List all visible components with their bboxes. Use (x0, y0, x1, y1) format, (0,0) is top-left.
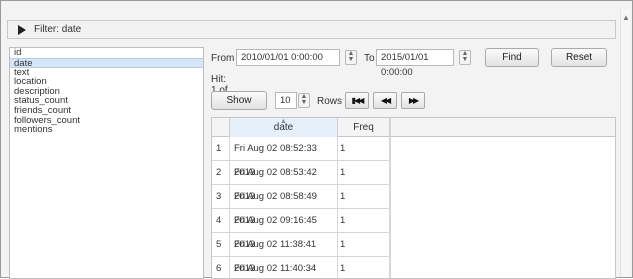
row-index: 1 (212, 137, 230, 161)
sort-ascending-icon: ▲ (280, 118, 287, 125)
rows-count-input[interactable]: 10 (275, 92, 297, 109)
show-button[interactable]: Show (211, 91, 267, 110)
freq-cell[interactable]: 1 (338, 257, 390, 278)
row-index: 2 (212, 161, 230, 185)
freq-cell[interactable]: 1 (338, 185, 390, 209)
find-button[interactable]: Find (485, 48, 539, 67)
scroll-up-arrow-icon[interactable]: ▲ (622, 13, 630, 22)
table-row[interactable]: 3 Fri Aug 02 08:58:49 2013 1 (212, 185, 392, 226)
field-list[interactable]: id date text location description status… (9, 47, 204, 279)
field-item-mentions[interactable]: mentions (10, 125, 203, 135)
field-item-id[interactable]: id (10, 48, 203, 58)
from-date-spinner[interactable]: ▲ ▼ (345, 50, 357, 65)
freq-cell[interactable]: 1 (338, 137, 390, 161)
table-row[interactable]: 5 Fri Aug 02 11:38:41 2013 1 (212, 233, 392, 274)
date-cell[interactable]: Fri Aug 02 11:38:41 2013 (230, 233, 338, 274)
result-table: ▲ date Freq 1 Fri Aug 02 08:52:33 2013 1… (211, 117, 616, 279)
first-page-icon[interactable]: ▮◀◀ (345, 92, 369, 109)
date-range-row: From 2010/01/01 0:00:00 ▲ ▼ To 2015/01/01… (211, 48, 611, 78)
reset-button[interactable]: Reset (551, 48, 607, 67)
filter-window: Filter: date ▲ id date text location des… (0, 0, 633, 279)
field-item-date[interactable]: date (10, 57, 203, 68)
date-cell[interactable]: Fri Aug 02 08:53:42 2013 (230, 161, 338, 202)
filter-panel-header[interactable]: Filter: date (7, 20, 616, 39)
grid-divider (390, 118, 391, 278)
freq-cell[interactable]: 1 (338, 209, 390, 233)
vertical-scrollbar[interactable]: ▲ (620, 9, 630, 277)
freq-cell[interactable]: 1 (338, 161, 390, 185)
table-row[interactable]: 2 Fri Aug 02 08:53:42 2013 1 (212, 161, 392, 202)
table-row[interactable]: 6 Fri Aug 02 11:40:34 2013 1 (212, 257, 392, 278)
to-date-spinner[interactable]: ▲ ▼ (459, 50, 471, 65)
row-index: 4 (212, 209, 230, 233)
to-label: To (364, 53, 375, 64)
date-cell[interactable]: Fri Aug 02 09:16:45 2013 (230, 209, 338, 250)
rows-label: Rows (317, 96, 343, 107)
freq-column-header[interactable]: Freq (338, 118, 390, 137)
freq-cell[interactable]: 1 (338, 233, 390, 257)
table-row[interactable]: 1 Fri Aug 02 08:52:33 2013 1 (212, 137, 392, 178)
filter-title: Filter: date (34, 24, 82, 35)
table-row[interactable]: 4 Fri Aug 02 09:16:45 2013 1 (212, 209, 392, 250)
row-index: 5 (212, 233, 230, 257)
row-index: 3 (212, 185, 230, 209)
previous-page-icon[interactable]: ◀◀ (373, 92, 397, 109)
from-date-input[interactable]: 2010/01/01 0:00:00 (236, 49, 340, 66)
next-page-icon[interactable]: ▶▶ (401, 92, 425, 109)
row-index-header (212, 118, 230, 137)
from-label: From (211, 53, 235, 64)
table-header: ▲ date Freq (212, 118, 615, 137)
to-date-input[interactable]: 2015/01/01 0:00:00 (376, 49, 454, 78)
date-cell[interactable]: Fri Aug 02 08:58:49 2013 (230, 185, 338, 226)
date-column-header[interactable]: ▲ date (230, 118, 338, 137)
rows-count-spinner[interactable]: ▲ ▼ (298, 93, 310, 108)
row-index: 6 (212, 257, 230, 278)
collapse-triangle-icon[interactable] (18, 24, 26, 35)
date-cell[interactable]: Fri Aug 02 11:40:34 2013 (230, 257, 338, 278)
date-cell[interactable]: Fri Aug 02 08:52:33 2013 (230, 137, 338, 178)
